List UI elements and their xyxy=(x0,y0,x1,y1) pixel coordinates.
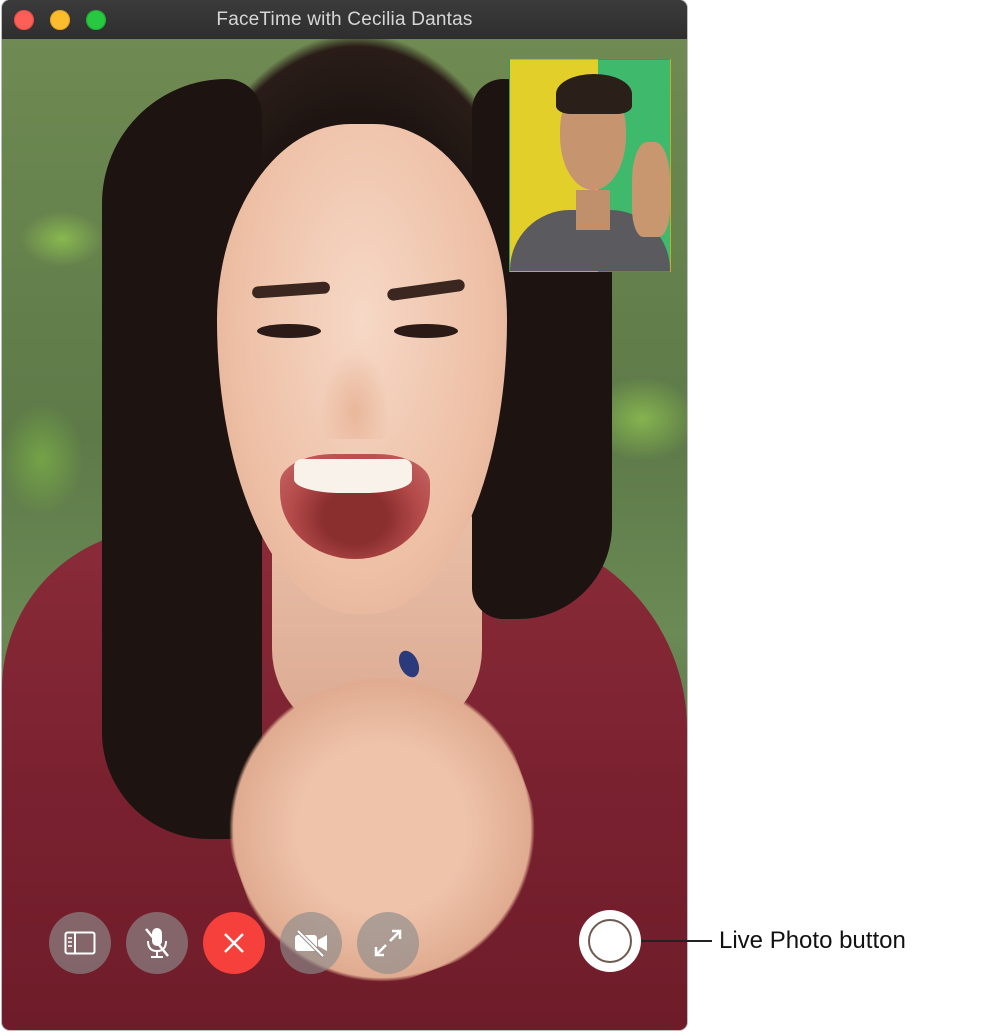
teeth xyxy=(294,459,412,493)
eye-right xyxy=(394,324,458,338)
mute-button[interactable] xyxy=(126,912,188,974)
callout-label: Live Photo button xyxy=(719,927,906,954)
self-view-neck xyxy=(576,190,610,230)
video-off-icon xyxy=(295,929,327,957)
self-view-hand xyxy=(632,142,670,237)
window-title: FaceTime with Cecilia Dantas xyxy=(216,9,473,30)
self-view-hair xyxy=(556,74,632,114)
end-call-button[interactable] xyxy=(203,912,265,974)
sidebar-button[interactable] xyxy=(49,912,111,974)
microphone-muted-icon xyxy=(145,928,169,958)
eye-left xyxy=(257,324,321,338)
self-view-video[interactable] xyxy=(509,59,671,272)
facetime-window: FaceTime with Cecilia Dantas xyxy=(2,0,687,1030)
callout-line xyxy=(641,940,712,942)
nose xyxy=(320,349,390,439)
fullscreen-button[interactable] xyxy=(357,912,419,974)
title-bar[interactable]: FaceTime with Cecilia Dantas xyxy=(2,0,687,39)
video-off-button[interactable] xyxy=(280,912,342,974)
sidebar-icon xyxy=(64,931,96,955)
close-icon xyxy=(224,933,244,953)
expand-icon xyxy=(374,929,402,957)
live-photo-button[interactable] xyxy=(579,910,641,972)
shutter-icon xyxy=(588,919,632,963)
